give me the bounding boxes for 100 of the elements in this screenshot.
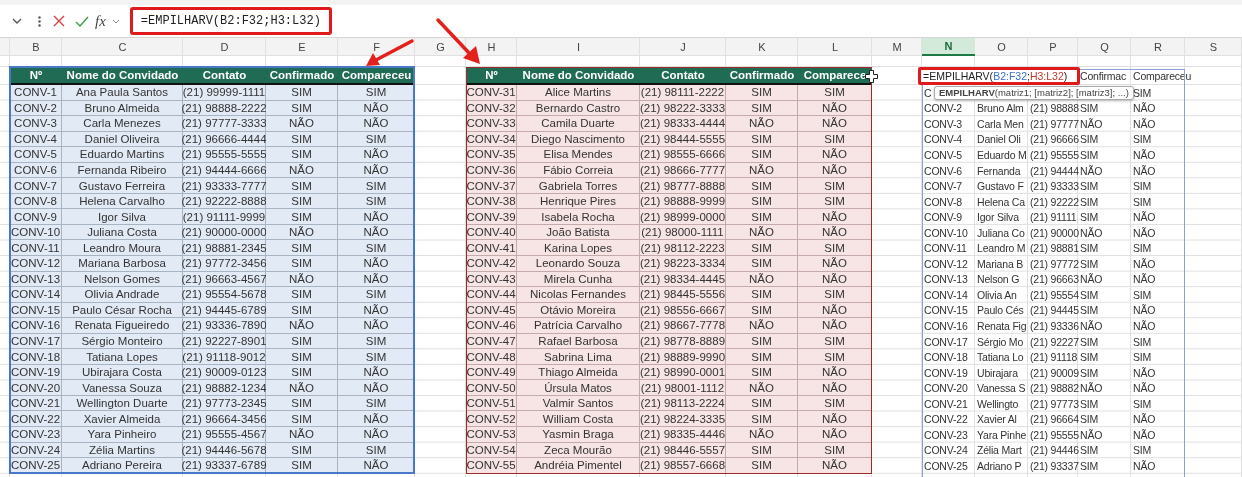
table-cell: Yasmin Braga xyxy=(517,427,640,443)
spill-cell-text: SIM xyxy=(1079,210,1099,225)
table-cell: CONV-22 xyxy=(10,411,62,428)
table-cell: (21) 98223-3334 xyxy=(640,256,726,272)
caret-icon[interactable] xyxy=(111,18,120,24)
cancel-icon[interactable] xyxy=(53,15,65,27)
column-header[interactable]: E xyxy=(298,40,306,54)
spill-cell-text: Confirmac xyxy=(1079,69,1127,84)
column-header[interactable]: O xyxy=(997,40,1006,54)
spill-cell-text: CONV-2 xyxy=(923,101,962,117)
more-icon[interactable] xyxy=(38,15,41,27)
spill-cell-text: CONV-11 xyxy=(923,241,967,256)
spill-cell-text: (21) 93336 xyxy=(1029,318,1079,334)
spill-cell-text: Zélia Mart xyxy=(976,443,1022,459)
table-cell: Ana Paula Santos xyxy=(62,85,183,101)
spill-cell-text: (21) 91111 xyxy=(1029,210,1077,225)
spill-cell-text: Nelson G xyxy=(976,272,1020,288)
column-header[interactable]: I xyxy=(576,40,581,54)
spill-cell-text: SIM xyxy=(1132,241,1152,256)
table-cell: SIM xyxy=(266,349,338,365)
spill-cell-text: SIM xyxy=(1079,132,1099,148)
column-header[interactable]: H xyxy=(487,40,496,54)
table-cell: SIM xyxy=(338,240,415,256)
spill-cell-text: CONV-16 xyxy=(923,318,968,334)
table-cell: (21) 98224-3335 xyxy=(640,411,726,428)
formula-text: =EMPILHARV( xyxy=(923,70,994,82)
spill-cell-text: Ubirajara xyxy=(976,365,1018,381)
table-cell: CONV-33 xyxy=(466,116,517,132)
column-header[interactable]: R xyxy=(1154,40,1162,54)
column-header[interactable]: K xyxy=(758,40,766,54)
spill-cell-text: Tatiana Lo xyxy=(976,350,1024,365)
insert-function-button[interactable]: fx xyxy=(95,12,106,30)
spill-cell-text: NÃO xyxy=(1132,256,1156,272)
column-header[interactable]: L xyxy=(831,40,839,54)
table-cell: (21) 97772-3456 xyxy=(183,256,266,272)
table-cell: CONV-3 xyxy=(10,116,62,132)
column-header[interactable]: N xyxy=(922,38,975,56)
spill-cell-text: NÃO xyxy=(1079,381,1103,396)
table-cell: NÃO xyxy=(338,209,415,225)
spill-cell-text: NÃO xyxy=(1079,163,1103,179)
table-cell: Úrsula Matos xyxy=(517,380,640,396)
table-cell: (21) 98445-5556 xyxy=(640,287,726,303)
table-cell: (21) 98557-6668 xyxy=(640,458,726,474)
column-header[interactable]: Q xyxy=(1100,40,1109,54)
table-cell: CONV-55 xyxy=(466,458,517,474)
spill-cell-text: NÃO xyxy=(1079,427,1103,443)
table-cell: CONV-42 xyxy=(466,256,517,272)
table-cell: Igor Silva xyxy=(62,209,183,225)
spill-cell-text: NÃO xyxy=(1132,427,1156,443)
spill-cell-text: CONV-24 xyxy=(923,443,968,459)
table-cell: (21) 98999-0000 xyxy=(640,209,726,225)
spill-cell-text: (21) 97772 xyxy=(1029,256,1079,272)
formula-cell[interactable]: =EMPILHARV(B2:F32;H3:L32) xyxy=(918,67,1080,85)
table-cell: (21) 93336-7890 xyxy=(183,318,266,334)
column-header[interactable]: G xyxy=(436,40,445,54)
range-reference: B2:F32 xyxy=(993,70,1027,82)
spill-cell-text: NÃO xyxy=(1132,458,1156,474)
table-cell: Vanessa Souza xyxy=(62,380,183,396)
spill-cell-text: NÃO xyxy=(1132,225,1156,241)
column-header[interactable]: J xyxy=(680,40,686,54)
formula-field[interactable]: =EMPILHARV(B2:F32;H3:L32) xyxy=(129,7,332,35)
spill-cell-text: CONV-3 xyxy=(923,116,962,132)
table-cell: NÃO xyxy=(798,116,872,132)
table-cell: SIM xyxy=(266,85,338,101)
table-cell: (21) 98112-2223 xyxy=(640,240,726,256)
column-header[interactable]: M xyxy=(892,40,902,54)
column-header[interactable]: S xyxy=(1209,40,1218,54)
check-icon[interactable] xyxy=(75,15,89,27)
column-header[interactable]: F xyxy=(373,40,380,54)
spill-cell-text: (21) 95554 xyxy=(1029,287,1079,303)
table-cell: SIM xyxy=(266,256,338,272)
table-cell: CONV-5 xyxy=(10,147,62,163)
table-cell: NÃO xyxy=(266,116,338,132)
table-cell: Renata Figueiredo xyxy=(62,318,183,334)
table-cell: (21) 98335-4446 xyxy=(640,427,726,443)
spill-cell-text: CONV-22 xyxy=(923,412,968,428)
spill-cell-text: SIM xyxy=(1079,396,1099,412)
table-cell: NÃO xyxy=(338,256,415,272)
spill-cell-text: SIM xyxy=(1079,101,1099,117)
table-cell: NÃO xyxy=(798,458,872,474)
table-cell: NÃO xyxy=(798,380,872,396)
table-cell: NÃO xyxy=(266,380,338,396)
spill-cell-text: NÃO xyxy=(1132,163,1156,179)
column-header[interactable]: C xyxy=(118,40,127,54)
table-cell: Leonardo Souza xyxy=(517,256,640,272)
spill-cell-text: SIM xyxy=(1079,256,1099,272)
caret-icon[interactable] xyxy=(12,18,22,24)
spill-cell-text: CONV-4 xyxy=(923,132,962,148)
table-cell: (21) 98111-2222 xyxy=(640,85,726,101)
table-cell: SIM xyxy=(798,178,872,194)
table-cell: CONV-50 xyxy=(466,380,517,396)
table-cell: SIM xyxy=(726,85,798,101)
column-header[interactable]: D xyxy=(220,40,229,54)
spill-cell-text: (21) 96663 xyxy=(1029,272,1079,288)
spill-cell-text: SIM xyxy=(1132,396,1152,412)
spill-cell-text: NÃO xyxy=(1079,225,1103,241)
spill-cell-text: (21) 94445 xyxy=(1029,303,1079,319)
table-cell: CONV-53 xyxy=(466,427,517,443)
column-header[interactable]: B xyxy=(32,40,40,54)
column-header[interactable]: P xyxy=(1049,40,1057,54)
